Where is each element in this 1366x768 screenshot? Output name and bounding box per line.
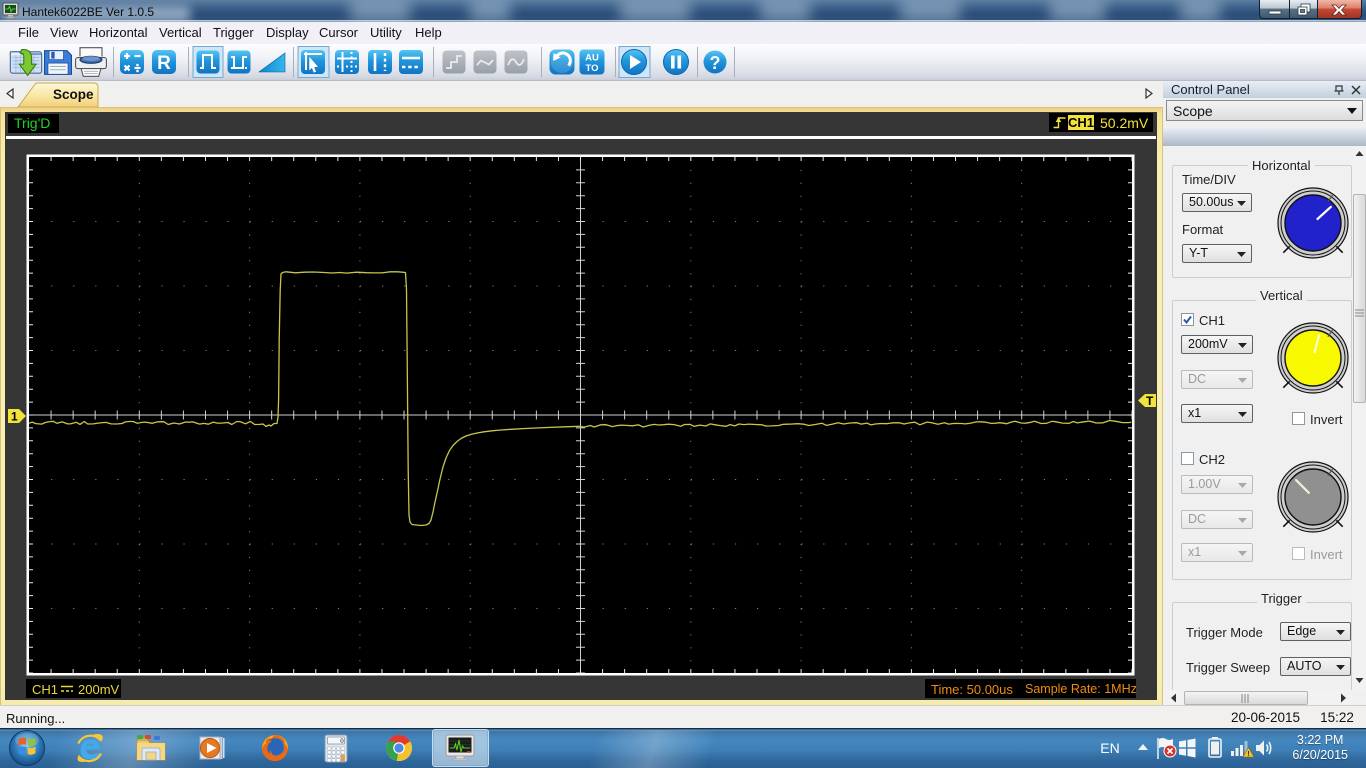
svg-text:?: ? (710, 53, 721, 73)
svg-text:0: 0 (340, 738, 344, 745)
svg-text:!: ! (1247, 749, 1250, 758)
svg-text:T: T (1146, 394, 1154, 408)
svg-text:EN: EN (1100, 740, 1119, 756)
svg-text:1: 1 (11, 410, 18, 424)
svg-text:R: R (157, 53, 171, 74)
svg-text:Scope: Scope (53, 87, 94, 102)
svg-text:TO: TO (585, 63, 598, 74)
svg-text:AU: AU (585, 53, 599, 64)
